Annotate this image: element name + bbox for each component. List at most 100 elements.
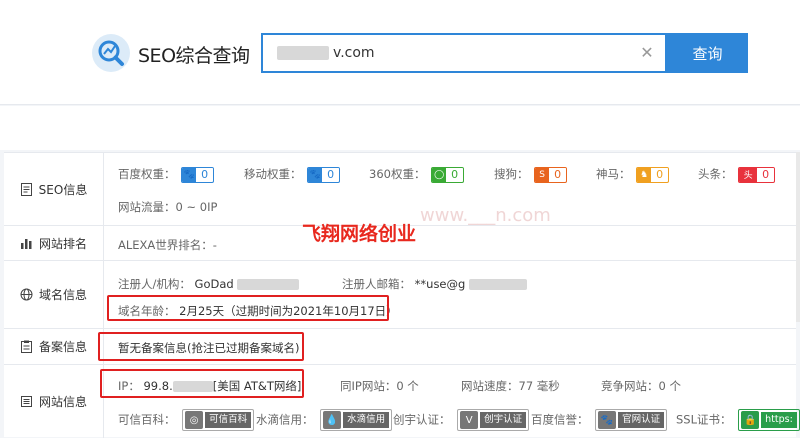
baidu-weight-label: 百度权重：: [118, 167, 176, 181]
search-button[interactable]: 查询: [667, 33, 748, 73]
site-rank-text: 网站排名: [38, 236, 87, 251]
shenma-horse-icon: ♞: [637, 167, 652, 182]
globe-icon: [20, 288, 33, 301]
shuidi-badge-text: 水滴信用: [343, 412, 390, 428]
beian-highlight: [98, 332, 304, 361]
result-panel: SEO信息 百度权重： 🐾 0 移动权重： 🐾 0 360权重： ◯ 0 搜狗：: [4, 152, 800, 438]
registrar-value: GoDad: [194, 277, 234, 291]
alexa-rank: ALEXA世界排名：-: [118, 238, 217, 252]
ip-highlight: [100, 369, 304, 398]
weight-360: 360权重： ◯ 0: [369, 166, 465, 183]
shuidi-credit: 水滴信用： 💧 水滴信用: [256, 409, 393, 431]
weight-360-value: 0: [446, 168, 464, 181]
baidu-paw-icon: 🐾: [308, 167, 323, 182]
medal-icon: ◎: [185, 411, 204, 429]
domain-info-label: 域名信息: [4, 261, 104, 328]
toutiao-badge[interactable]: 头 0: [738, 166, 776, 183]
site-info-label: 网站信息: [4, 365, 104, 438]
ssl-label: SSL证书：: [676, 412, 732, 427]
baidu-credit: 百度信誉： 🐾 官网认证: [531, 409, 668, 431]
chuangyu-cert: 创宇认证： V 创宇认证: [393, 409, 530, 431]
domain-info-text: 域名信息: [38, 288, 87, 302]
baidu-weight-value: 0: [196, 168, 214, 181]
beian-info-label: 备案信息: [4, 329, 104, 364]
bar-chart-icon: [20, 238, 32, 249]
toutiao-logo-icon: 头: [739, 167, 758, 182]
shenma-label: 神马：: [596, 167, 631, 181]
site-info-text: 网站信息: [38, 395, 87, 409]
watermark: 飞翔网络创业: [302, 223, 417, 245]
shenma-badge[interactable]: ♞ 0: [636, 166, 670, 183]
chuangyu-label: 创宇认证：: [393, 412, 451, 427]
water-drop-icon: 💧: [323, 411, 342, 429]
search-box[interactable]: ✕: [261, 33, 667, 73]
header: SEO综合查询 ✕ 查询: [0, 0, 800, 105]
site-speed: 网站速度：77 毫秒: [461, 379, 560, 393]
360-logo-icon: ◯: [432, 167, 447, 182]
domain-age-highlight: [107, 295, 389, 321]
seo-info-text: SEO信息: [38, 182, 88, 197]
same-ip-sites[interactable]: 同IP网站：0 个: [340, 378, 419, 394]
site-traffic: 网站流量：0 ~ 0IP: [118, 200, 218, 214]
email-value: **use@g: [414, 277, 466, 291]
seo-info-row: SEO信息 百度权重： 🐾 0 移动权重： 🐾 0 360权重： ◯ 0 搜狗：: [4, 153, 796, 226]
sogou-weight: 搜狗： S 0: [494, 166, 568, 183]
registrar: 注册人/机构： GoDad: [118, 276, 300, 292]
sogou-badge[interactable]: S 0: [534, 166, 568, 183]
kexin-badge[interactable]: ◎ 可信百科: [182, 409, 255, 431]
shuidi-label: 水滴信用：: [256, 412, 314, 427]
mobile-weight-badge[interactable]: 🐾 0: [307, 166, 341, 183]
weight-360-label: 360权重：: [369, 167, 426, 181]
kexin-badge-text: 可信百科: [205, 412, 252, 428]
logo-title: SEO综合查询: [138, 45, 250, 67]
site-info-row: 网站信息 IP： 99.8. [美国 AT&T网络] 同IP网站：0 个 网站速度…: [4, 365, 800, 438]
close-icon[interactable]: ✕: [637, 43, 657, 63]
spacer-band: [0, 106, 800, 150]
ssl-badge[interactable]: 🔒 https:: [738, 409, 800, 431]
beian-info-row: 备案信息 暂无备案信息(抢注已过期备案域名): [4, 329, 796, 365]
faint-watermark: www.___n.com: [420, 205, 551, 226]
blurred-domain-prefix: [277, 46, 329, 60]
competitor-sites[interactable]: 竞争网站：0 个: [601, 378, 681, 394]
blurred-email: [468, 279, 527, 290]
baidu-paw-icon: 🐾: [182, 167, 197, 182]
baidu-credit-badge[interactable]: 🐾 官网认证: [595, 409, 668, 431]
toutiao-value: 0: [757, 168, 775, 181]
domain-info-row: 域名信息 注册人/机构： GoDad 注册人邮箱： **use@g 域名年龄： …: [4, 261, 796, 329]
mobile-weight: 移动权重： 🐾 0: [244, 166, 341, 183]
shenma-value: 0: [651, 168, 669, 181]
clipboard-icon: [20, 340, 32, 353]
shuidi-badge[interactable]: 💧 水滴信用: [320, 409, 393, 431]
email-label: 注册人邮箱：: [342, 277, 411, 291]
baidu-credit-label: 百度信誉：: [531, 412, 589, 427]
sogou-value: 0: [549, 168, 567, 181]
chuangyu-badge-text: 创宇认证: [480, 412, 527, 428]
site-rank-label: 网站排名: [4, 226, 104, 260]
toutiao-label: 头条：: [698, 167, 733, 181]
list-icon: [20, 396, 32, 407]
lock-icon: 🔒: [741, 411, 760, 429]
baidu-paw-icon: 🐾: [598, 411, 617, 429]
baidu-weight: 百度权重： 🐾 0: [118, 166, 215, 183]
logo-chart-icon: [92, 34, 130, 72]
baidu-weight-badge[interactable]: 🐾 0: [181, 166, 215, 183]
shenma-weight: 神马： ♞ 0: [596, 166, 670, 183]
kexin-baike: 可信百科： ◎ 可信百科: [118, 409, 255, 431]
sogou-label: 搜狗：: [494, 167, 529, 181]
sogou-logo-icon: S: [535, 167, 550, 182]
shield-v-icon: V: [460, 411, 479, 429]
chuangyu-badge[interactable]: V 创宇认证: [457, 409, 530, 431]
baidu-credit-badge-text: 官网认证: [618, 412, 665, 428]
registrant-email: 注册人邮箱： **use@g: [342, 276, 527, 292]
mobile-weight-label: 移动权重：: [244, 167, 302, 181]
toutiao-weight: 头条： 头 0: [698, 166, 776, 183]
document-icon: [20, 182, 32, 196]
ssl-cert: SSL证书： 🔒 https:: [676, 409, 800, 431]
seo-info-label: SEO信息: [4, 153, 104, 225]
registrar-label: 注册人/机构：: [118, 277, 191, 291]
kexin-label: 可信百科：: [118, 412, 176, 427]
mobile-weight-value: 0: [322, 168, 340, 181]
scrollbar[interactable]: [796, 152, 800, 322]
ssl-badge-text: https:: [761, 412, 797, 428]
weight-360-badge[interactable]: ◯ 0: [431, 166, 465, 183]
